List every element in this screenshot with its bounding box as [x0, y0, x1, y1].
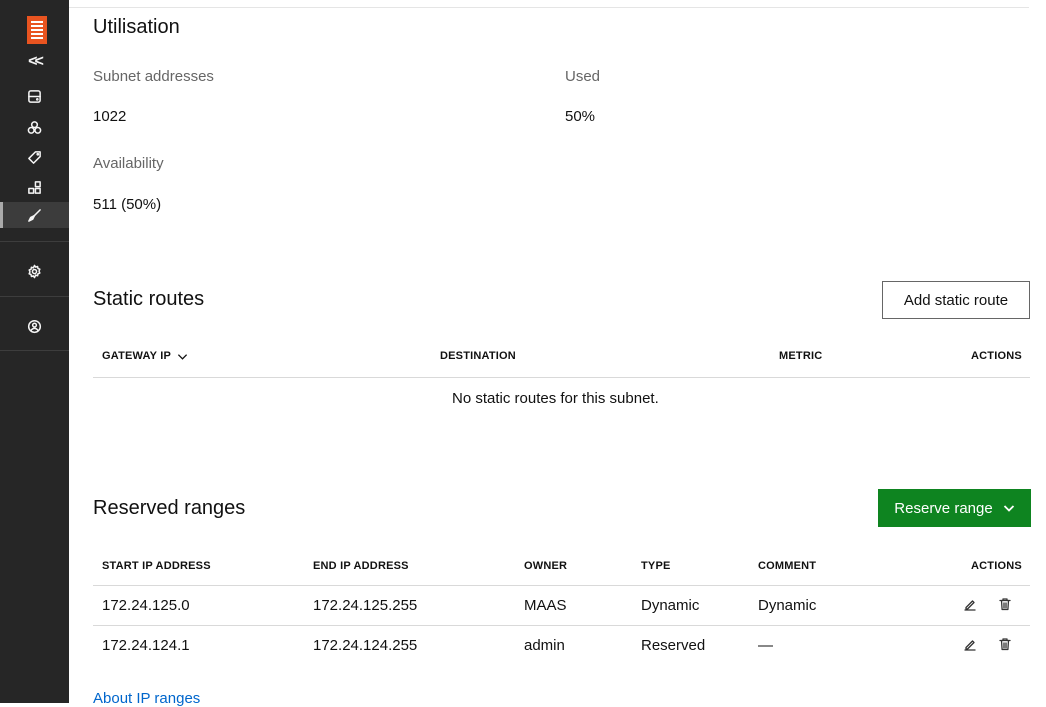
sidebar-divider [0, 350, 69, 351]
sidebar-item-networking[interactable] [0, 202, 69, 228]
subnet-addresses-label: Subnet addresses [93, 68, 214, 85]
column-header-label: GATEWAY IP [102, 350, 172, 362]
maas-logo-icon[interactable] [27, 16, 47, 44]
edit-icon[interactable] [963, 597, 977, 611]
edit-icon[interactable] [963, 637, 977, 651]
section-divider [69, 7, 1029, 8]
column-header-actions: ACTIONS [971, 560, 1022, 572]
type-cell: Reserved [641, 637, 706, 654]
availability-label: Availability [93, 155, 164, 172]
column-header-comment: COMMENT [758, 560, 817, 572]
sidebar-item-zones[interactable] [0, 174, 69, 200]
delete-icon[interactable] [998, 637, 1012, 651]
column-header-end-ip: END IP ADDRESS [313, 560, 409, 572]
sidebar-item-settings[interactable] [0, 258, 69, 284]
account-icon [27, 319, 42, 333]
availability-value: 511 (50%) [93, 196, 162, 213]
end-ip-cell: 172.24.124.255 [313, 637, 418, 654]
sidebar-item-tags[interactable] [0, 144, 69, 170]
table-header-divider [93, 377, 1030, 378]
chevron-down-icon [177, 353, 188, 360]
pools-icon [27, 120, 42, 134]
sidebar-divider [0, 296, 69, 297]
sidebar-divider [0, 241, 69, 242]
comment-cell: Dynamic [758, 597, 817, 614]
networking-icon [28, 208, 41, 222]
delete-icon[interactable] [998, 597, 1012, 611]
column-header-owner: OWNER [524, 560, 568, 572]
settings-icon [28, 264, 41, 278]
tags-icon [28, 150, 41, 164]
reserved-ranges-title: Reserved ranges [93, 497, 246, 519]
subnet-addresses-value: 1022 [93, 108, 127, 125]
side-navigation: << [0, 0, 69, 703]
sidebar-item-machines[interactable] [0, 83, 69, 109]
table-row-divider [93, 625, 1030, 626]
machines-icon [28, 89, 41, 103]
static-routes-title: Static routes [93, 288, 205, 310]
type-cell: Dynamic [641, 597, 700, 614]
end-ip-cell: 172.24.125.255 [313, 597, 418, 614]
column-header-gateway-ip[interactable]: GATEWAY IP [102, 350, 188, 362]
chevron-down-icon [1003, 505, 1014, 512]
zones-icon [28, 180, 41, 194]
start-ip-cell: 172.24.124.1 [102, 637, 190, 654]
column-header-start-ip: START IP ADDRESS [102, 560, 211, 572]
column-header-destination: DESTINATION [440, 350, 516, 362]
column-header-metric: METRIC [779, 350, 823, 362]
collapse-sidebar-button[interactable]: << [0, 49, 69, 75]
about-ip-ranges-link[interactable]: About IP ranges [93, 690, 200, 707]
reserve-range-button[interactable]: Reserve range [878, 489, 1031, 527]
column-header-type: TYPE [641, 560, 671, 572]
utilisation-title: Utilisation [93, 16, 180, 38]
add-static-route-button[interactable]: Add static route [882, 281, 1030, 319]
column-header-actions: ACTIONS [971, 350, 1022, 362]
sidebar-item-account[interactable] [0, 313, 69, 339]
collapse-icon: << [28, 53, 44, 70]
table-header-divider [93, 585, 1030, 586]
comment-cell: — [758, 637, 773, 654]
static-routes-empty-message: No static routes for this subnet. [452, 390, 659, 407]
used-label: Used [565, 68, 601, 85]
sidebar-item-pools[interactable] [0, 114, 69, 140]
used-value: 50% [565, 108, 596, 125]
subnet-details-content: Utilisation Subnet addresses 1022 Used 5… [69, 0, 1046, 707]
reserve-range-label: Reserve range [894, 499, 993, 517]
start-ip-cell: 172.24.125.0 [102, 597, 190, 614]
owner-cell: MAAS [524, 597, 567, 614]
owner-cell: admin [524, 637, 565, 654]
